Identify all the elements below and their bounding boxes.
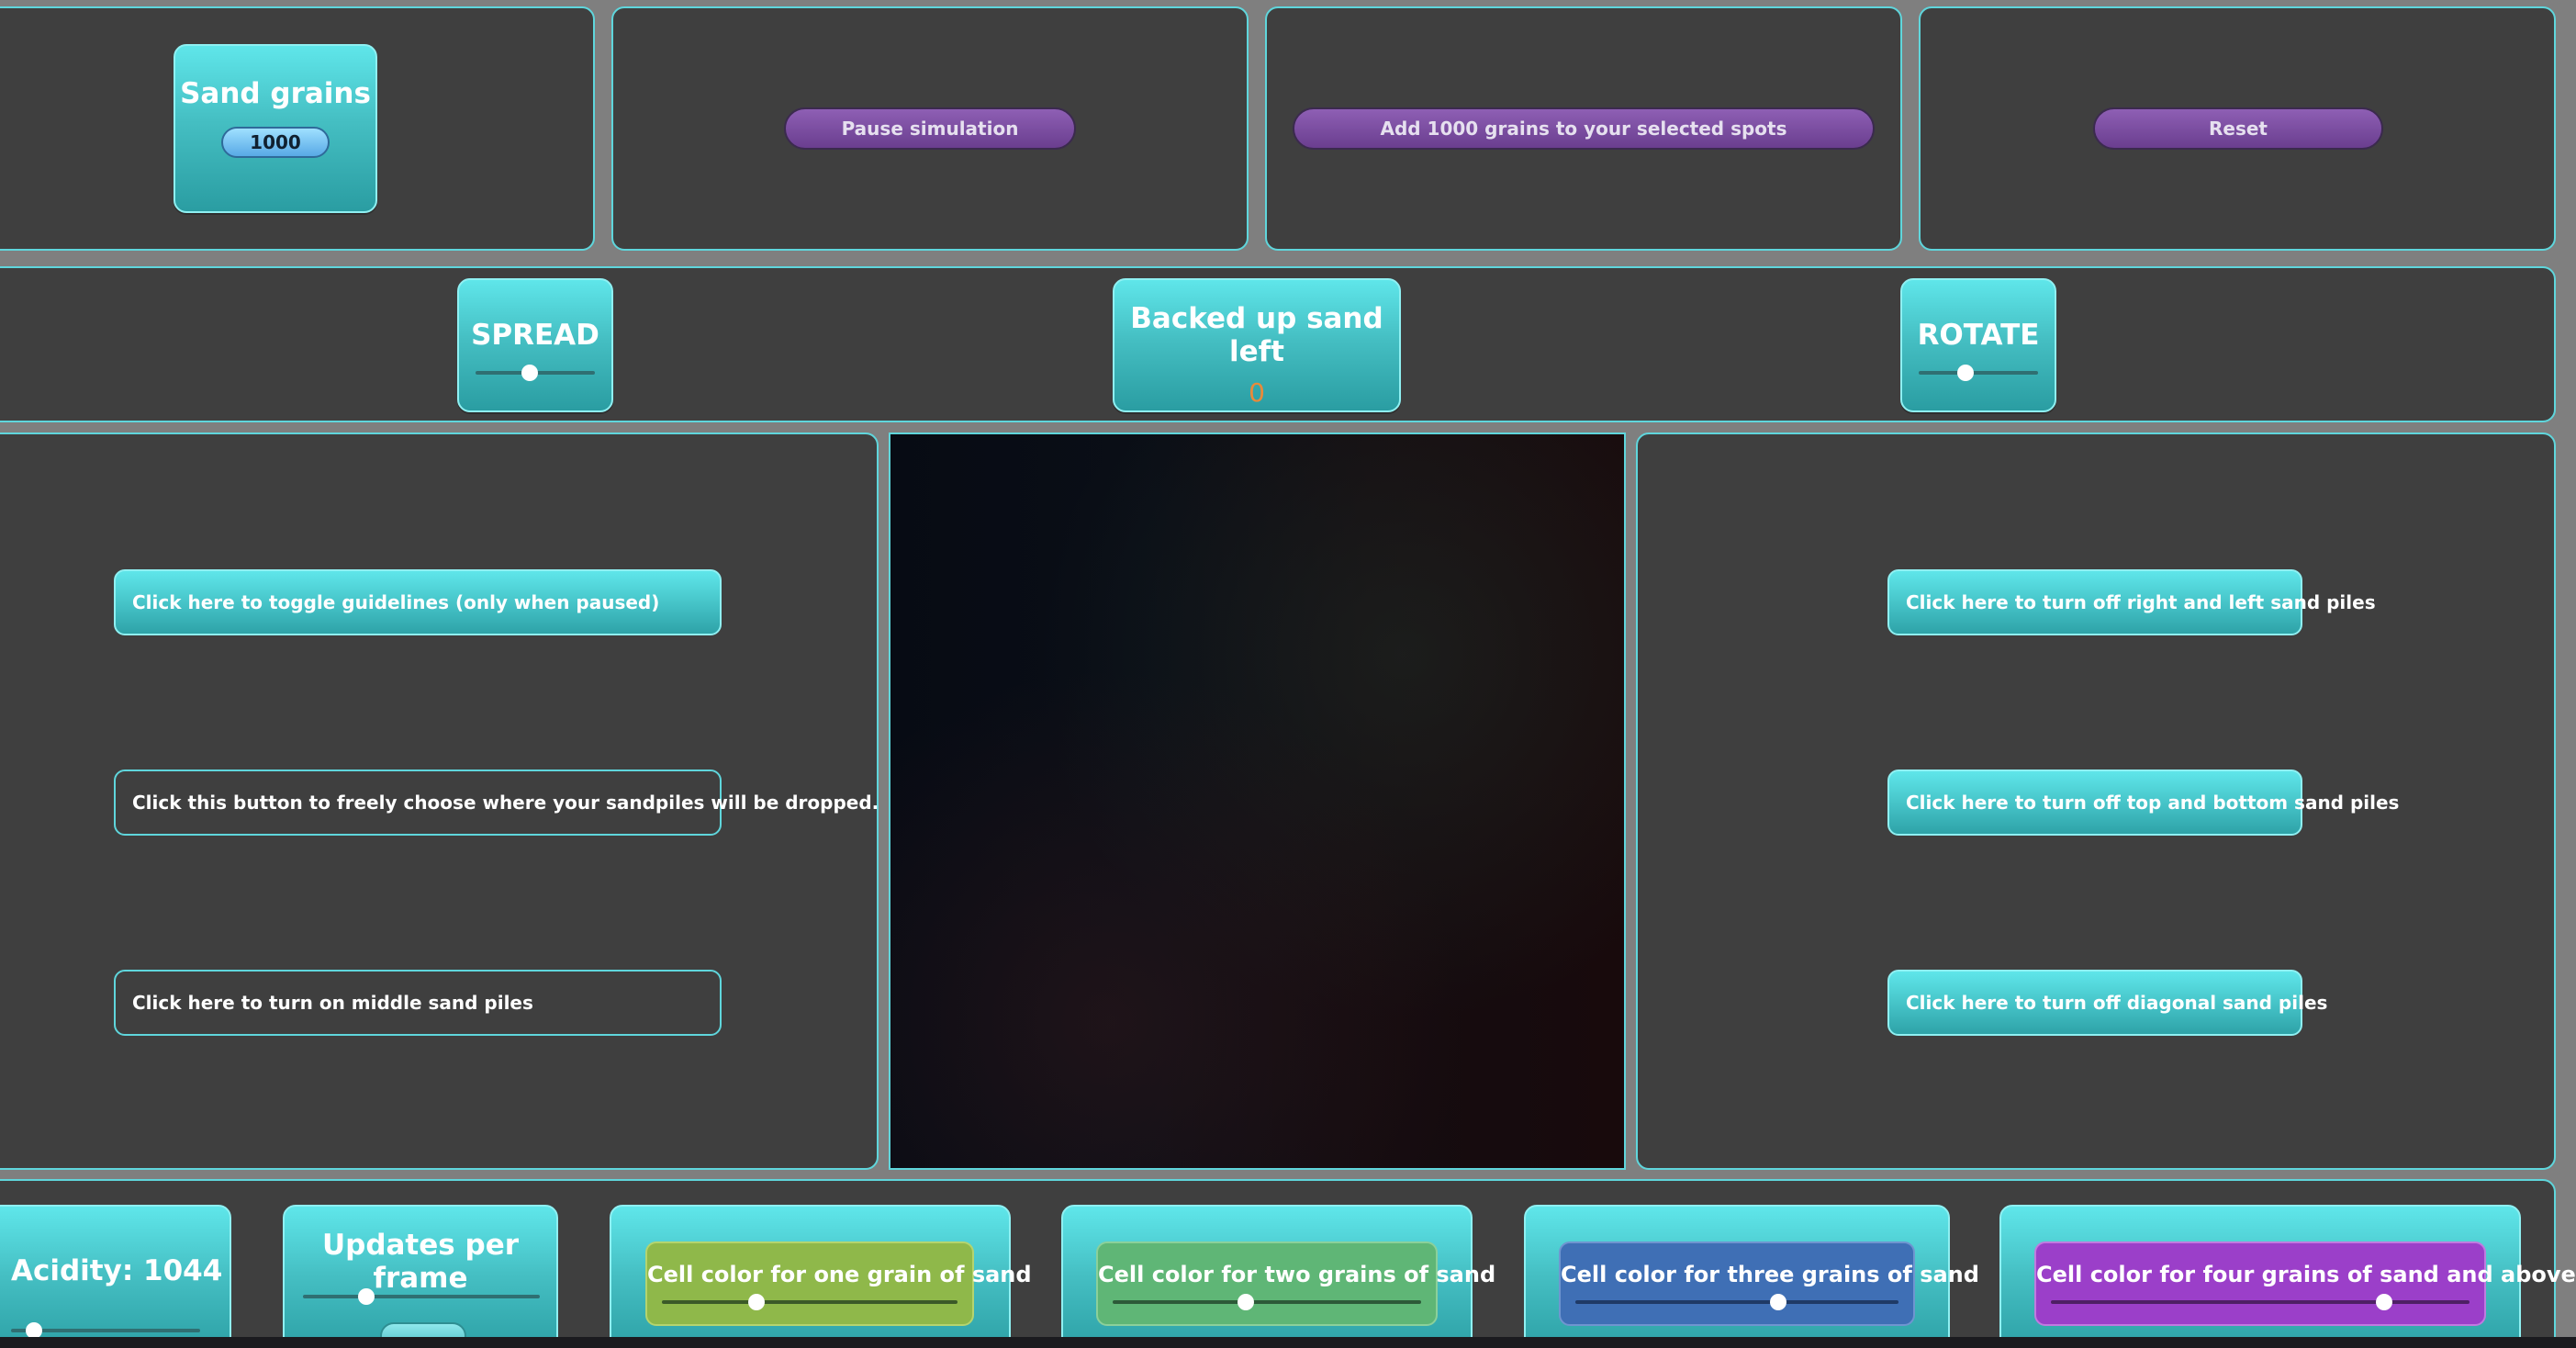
sand-grains-title: Sand grains [180,77,371,110]
backed-up-card: Backed up sand left 0 [1113,278,1401,412]
sand-grains-card: Sand grains 1000 [174,44,377,213]
cell-color-two-knob[interactable] [1238,1294,1254,1310]
cell-color-three-slider[interactable] [1575,1294,1898,1310]
rotate-slider-knob[interactable] [1957,365,1974,381]
updates-slider-knob[interactable] [358,1288,375,1305]
backed-up-label: Backed up sand left [1130,302,1383,368]
spread-slider[interactable] [476,365,595,381]
cell-color-four-picker[interactable]: Cell color for four grains of sand and a… [2034,1241,2576,1326]
top-bottom-sand-piles-button[interactable]: Click here to turn off top and bottom sa… [1887,769,2399,836]
acidity-card: Acidity: 1044 [0,1205,231,1348]
cell-color-one-picker[interactable]: Cell color for one grain of sand [645,1241,1032,1326]
cell-color-four-knob[interactable] [2376,1294,2392,1310]
cell-color-three-knob[interactable] [1770,1294,1786,1310]
cell-color-four-slider[interactable] [2051,1294,2470,1310]
acidity-label: Acidity: 1044 [11,1254,223,1287]
cell-color-three-picker[interactable]: Cell color for three grains of sand [1559,1241,1979,1326]
updates-slider[interactable] [303,1288,540,1305]
sand-grains-input[interactable]: 1000 [221,127,330,158]
cell-color-one-knob[interactable] [748,1294,765,1310]
updates-card: Updates per frame [283,1205,558,1348]
middle-sand-piles-button[interactable]: Click here to turn on middle sand piles [114,970,722,1036]
pause-simulation-button[interactable]: Pause simulation [784,107,1076,150]
cell-color-two-label: Cell color for two grains of sand [1098,1262,1496,1287]
spread-card: SPREAD [457,278,613,412]
window-bottom-edge [0,1337,2576,1348]
spread-slider-knob[interactable] [521,365,538,381]
toggle-guidelines-button[interactable]: Click here to toggle guidelines (only wh… [114,569,722,635]
add-grains-button[interactable]: Add 1000 grains to your selected spots [1293,107,1875,150]
rotate-card: ROTATE [1900,278,2056,412]
cell-color-two-picker[interactable]: Cell color for two grains of sand [1096,1241,1495,1326]
cell-color-four-label: Cell color for four grains of sand and a… [2036,1262,2576,1287]
free-choose-drop-button[interactable]: Click this button to freely choose where… [114,769,879,836]
cell-color-one-slider[interactable] [662,1294,958,1310]
right-left-sand-piles-button[interactable]: Click here to turn off right and left sa… [1887,569,2376,635]
diagonal-sand-piles-button[interactable]: Click here to turn off diagonal sand pil… [1887,970,2327,1036]
spread-label: SPREAD [471,319,599,352]
acidity-slider[interactable] [11,1322,200,1339]
simulation-canvas[interactable] [889,432,1626,1170]
rotate-slider[interactable] [1919,365,2038,381]
rotate-label: ROTATE [1917,319,2040,352]
cell-color-one-label: Cell color for one grain of sand [647,1262,1032,1287]
reset-button[interactable]: Reset [2093,107,2383,150]
cell-color-three-label: Cell color for three grains of sand [1561,1262,1979,1287]
cell-color-two-slider[interactable] [1113,1294,1421,1310]
updates-label: Updates per frame [321,1229,520,1295]
backed-up-value: 0 [1249,377,1265,408]
